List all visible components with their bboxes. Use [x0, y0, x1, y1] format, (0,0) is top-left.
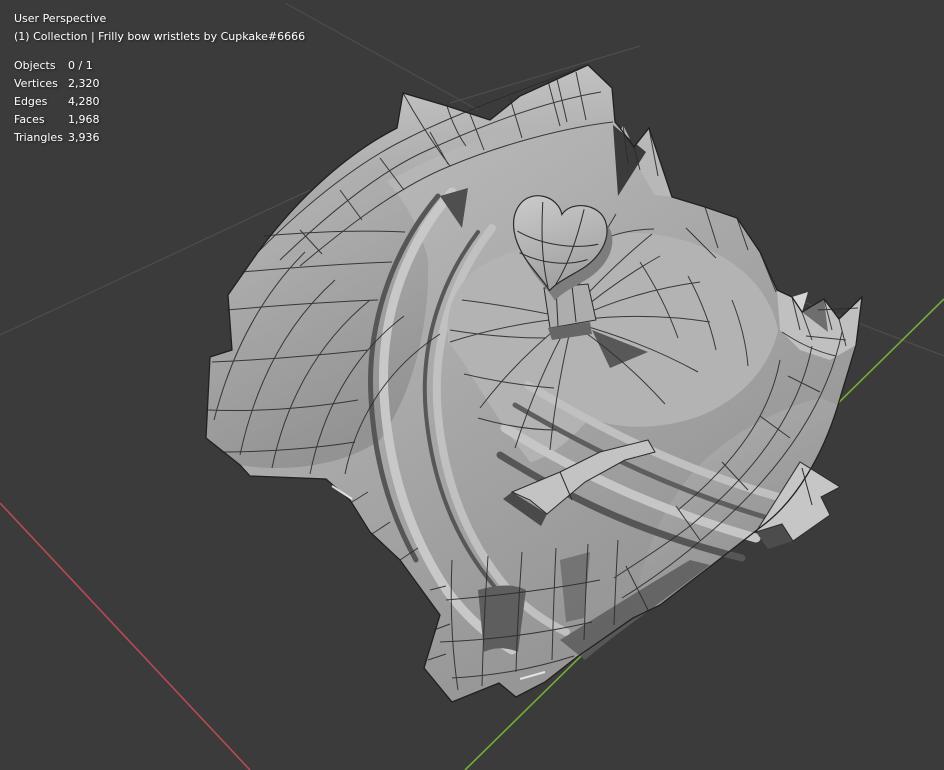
viewport-canvas[interactable]	[0, 0, 944, 770]
blender-3d-viewport[interactable]: User Perspective (1) Collection | Frilly…	[0, 0, 944, 770]
